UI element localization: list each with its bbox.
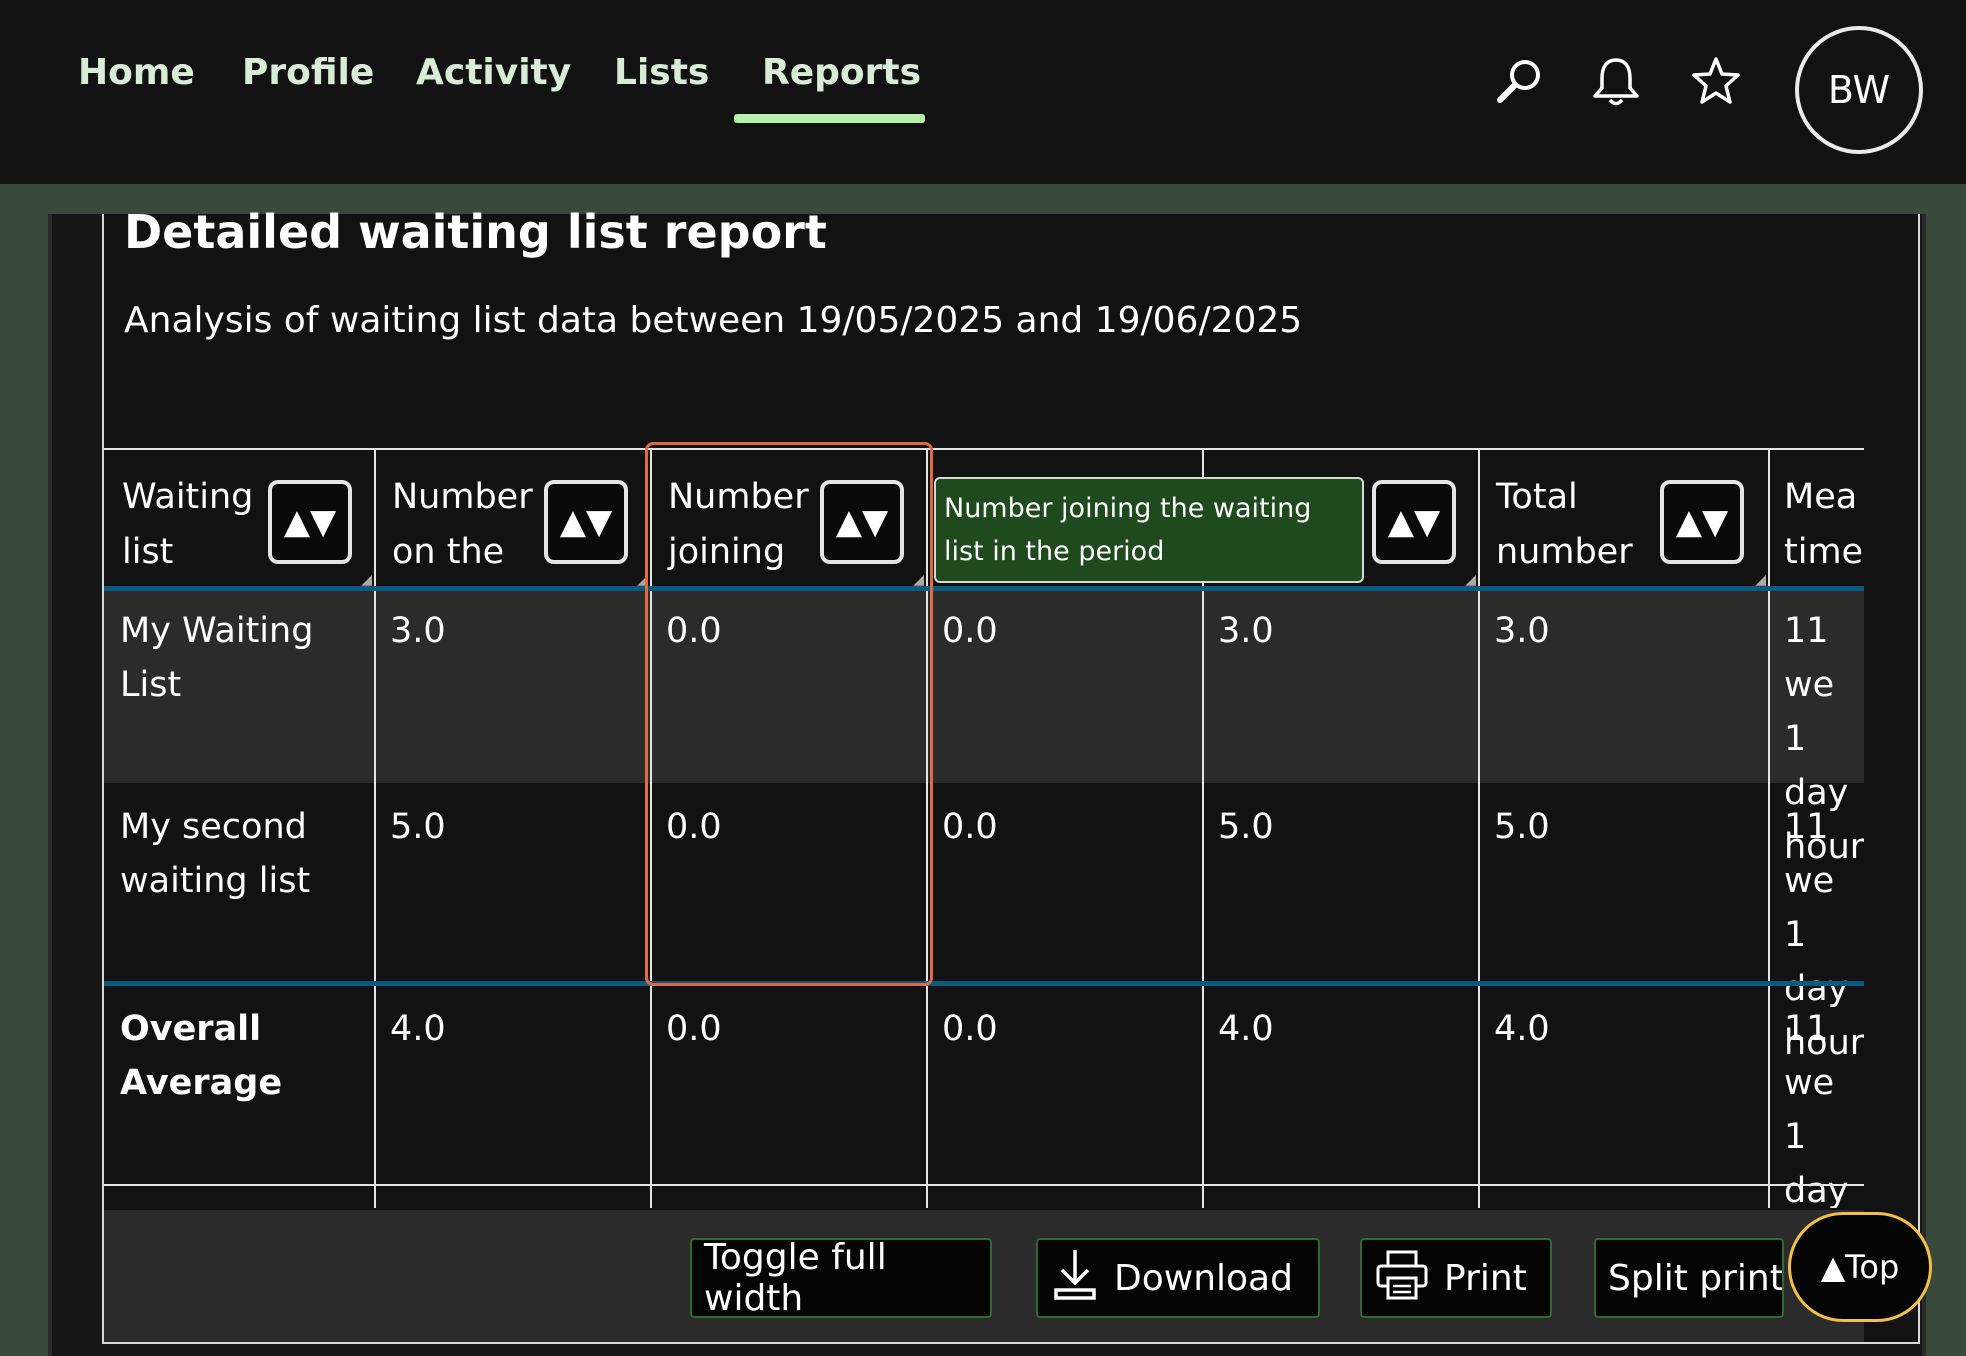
report-subtitle: Analysis of waiting list data between 19… (124, 300, 1303, 341)
split-print-button[interactable]: Split print (1594, 1238, 1784, 1318)
column-waiting-list: Waiting list ▲▼ ◢ My Waiting List My sec… (104, 448, 376, 1208)
table-cell: 3.0 (1494, 611, 1550, 651)
table-cell: 0.0 (942, 807, 998, 847)
table-cell: 5.0 (1218, 807, 1274, 847)
table-cell: 0.0 (942, 611, 998, 651)
column-total-number: Total number ▲▼ ◢ 3.0 5.0 4.0 (1478, 448, 1770, 1208)
table-cell: Overall Average (120, 1009, 283, 1103)
column-highlight (645, 442, 933, 986)
table-cell: My second waiting list (120, 807, 311, 901)
avatar[interactable]: BW (1795, 26, 1923, 154)
table-cell: 5.0 (1494, 807, 1550, 847)
nav-profile[interactable]: Profile (242, 52, 374, 93)
table-cell: 3.0 (1218, 611, 1274, 651)
sort-button[interactable]: ▲▼ (544, 480, 628, 564)
table-cell: My Waiting List (120, 611, 314, 705)
column-number-on: Number on the ▲▼ ◢ 3.0 5.0 4.0 (374, 448, 652, 1208)
table-header-cell[interactable]: Mea time (1768, 448, 1864, 588)
top-label: ▲Top (1820, 1248, 1900, 1286)
print-label: Print (1444, 1257, 1527, 1299)
table-cell: 3.0 (390, 611, 446, 651)
split-print-label: Split print (1608, 1257, 1784, 1299)
table-cell: 0.0 (666, 1009, 722, 1049)
header-divider (104, 586, 1864, 591)
header-label: Total number (1496, 477, 1633, 572)
table-cell: 4.0 (1494, 1009, 1550, 1049)
star-icon[interactable] (1684, 50, 1748, 114)
nav-reports[interactable]: Reports (762, 52, 921, 93)
sort-button[interactable]: ▲▼ (1372, 480, 1456, 564)
download-icon (1050, 1246, 1100, 1311)
column-mean-time: Mea time 11 we 1 day hour 11 we 1 day ho… (1768, 448, 1864, 1208)
row-divider (104, 981, 1864, 986)
nav-lists[interactable]: Lists (614, 52, 709, 93)
back-to-top-button[interactable]: ▲Top (1788, 1212, 1932, 1322)
printer-icon (1374, 1246, 1430, 1311)
nav-activity[interactable]: Activity (416, 52, 571, 93)
table-cell: 11 we 1 day hour (1784, 1009, 1849, 1208)
header-label: Mea time (1784, 477, 1864, 572)
table-header-cell[interactable]: Number on the ▲▼ ◢ (374, 448, 650, 588)
active-tab-indicator (734, 114, 925, 123)
table-cell: 5.0 (390, 807, 446, 847)
top-navigation: Home Profile Activity Lists Reports BW (0, 0, 1966, 184)
table-header-cell[interactable]: Total number ▲▼ ◢ (1478, 448, 1768, 588)
table-cell: 4.0 (390, 1009, 446, 1049)
toggle-full-width-button[interactable]: Toggle full width (690, 1237, 992, 1319)
sort-button[interactable]: ▲▼ (268, 480, 352, 564)
download-label: Download (1114, 1257, 1293, 1299)
download-button[interactable]: Download (1036, 1238, 1320, 1318)
bell-icon[interactable] (1584, 50, 1648, 114)
row-divider (104, 1184, 1864, 1186)
header-label: Number on the (392, 477, 533, 572)
sort-button[interactable]: ▲▼ (1660, 480, 1744, 564)
table-header-cell[interactable]: Waiting list ▲▼ ◢ (104, 448, 374, 588)
report-title: Detailed waiting list report (124, 205, 827, 259)
table-cell: 4.0 (1218, 1009, 1274, 1049)
table-cell: 0.0 (942, 1009, 998, 1049)
header-tooltip: Number joining the waiting list in the p… (934, 477, 1364, 583)
toggle-label: Toggle full width (704, 1237, 887, 1319)
header-label: Waiting list (122, 477, 254, 572)
search-icon[interactable] (1488, 50, 1552, 114)
nav-home[interactable]: Home (78, 52, 195, 93)
print-button[interactable]: Print (1360, 1238, 1552, 1318)
